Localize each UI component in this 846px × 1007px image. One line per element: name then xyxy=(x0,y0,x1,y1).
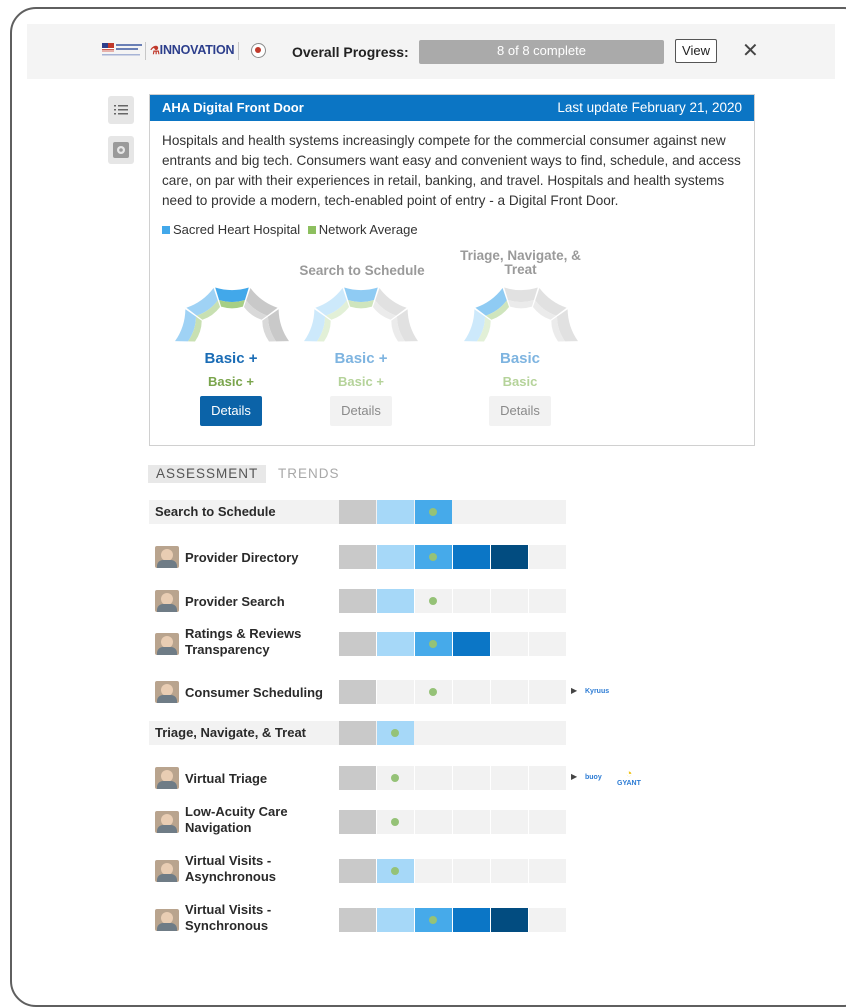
network-average-dot xyxy=(429,916,437,924)
level-cell xyxy=(339,589,376,613)
level-cell xyxy=(491,500,528,524)
level-cell xyxy=(491,721,528,745)
gauge-outer-segment xyxy=(215,287,249,302)
level-cell xyxy=(529,632,566,656)
expand-vendors-icon[interactable]: ▶ xyxy=(571,686,577,695)
gauge-network-level-search: Basic + xyxy=(338,374,384,389)
details-button-triage[interactable]: Details xyxy=(489,396,551,426)
level-cell xyxy=(529,589,566,613)
level-cell xyxy=(529,766,566,790)
expand-vendors-icon[interactable]: ▶ xyxy=(571,772,577,781)
level-cell xyxy=(453,766,490,790)
level-cell xyxy=(339,908,376,932)
network-average-dot xyxy=(391,867,399,875)
level-cell xyxy=(339,721,376,745)
level-cell xyxy=(339,766,376,790)
level-cell xyxy=(529,545,566,569)
level-cell xyxy=(453,632,490,656)
level-cell xyxy=(339,500,376,524)
gauge-outer-segment xyxy=(504,287,538,302)
capability-label[interactable]: Virtual Visits - Asynchronous xyxy=(185,853,325,885)
avatar xyxy=(155,681,179,703)
level-cell xyxy=(453,589,490,613)
avatar xyxy=(155,546,179,568)
gauge-hospital-level-overall: Basic + xyxy=(204,350,258,367)
level-cell xyxy=(529,500,566,524)
level-cell xyxy=(415,766,452,790)
capability-label[interactable]: Ratings & Reviews Transparency xyxy=(185,626,325,658)
level-cell xyxy=(453,680,490,704)
gauge-hospital-level-search: Basic + xyxy=(334,350,388,367)
level-cell xyxy=(453,545,490,569)
section-label: Triage, Navigate, & Treat xyxy=(155,725,307,740)
level-cell xyxy=(453,810,490,834)
level-cell xyxy=(339,632,376,656)
level-cell xyxy=(339,810,376,834)
network-average-dot xyxy=(391,818,399,826)
level-cell xyxy=(339,680,376,704)
gauge-hospital-level-triage: Basic xyxy=(499,350,541,367)
gauges xyxy=(175,287,578,342)
level-cell xyxy=(491,908,528,932)
level-cell xyxy=(377,632,414,656)
level-cell xyxy=(377,589,414,613)
capability-label[interactable]: Provider Search xyxy=(185,594,325,610)
gauge-outer-segment xyxy=(344,287,378,302)
avatar xyxy=(155,767,179,789)
gauge-network-level-overall: Basic + xyxy=(208,374,254,389)
vendor-logo[interactable]: buoy xyxy=(585,774,602,781)
level-cell xyxy=(377,545,414,569)
level-cell xyxy=(491,545,528,569)
level-cell xyxy=(453,500,490,524)
level-cell xyxy=(529,680,566,704)
details-button-overall[interactable]: Details xyxy=(200,396,262,426)
avatar xyxy=(155,633,179,655)
level-cell xyxy=(491,810,528,834)
details-button-search[interactable]: Details xyxy=(330,396,392,426)
level-cell xyxy=(529,721,566,745)
avatar xyxy=(155,909,179,931)
level-cell xyxy=(377,908,414,932)
level-cell xyxy=(491,632,528,656)
capability-label[interactable]: Virtual Triage xyxy=(185,771,325,787)
level-cell xyxy=(453,721,490,745)
level-cell xyxy=(453,859,490,883)
level-cell xyxy=(491,859,528,883)
section-label: Search to Schedule xyxy=(155,504,276,519)
level-cell xyxy=(529,859,566,883)
network-average-dot xyxy=(391,774,399,782)
level-cell xyxy=(453,908,490,932)
level-cell xyxy=(415,810,452,834)
capability-label[interactable]: Consumer Scheduling xyxy=(185,685,325,701)
avatar xyxy=(155,860,179,882)
level-cell xyxy=(529,908,566,932)
level-cell xyxy=(377,500,414,524)
network-average-dot xyxy=(429,640,437,648)
level-cell xyxy=(491,766,528,790)
avatar xyxy=(155,590,179,612)
capability-label[interactable]: Provider Directory xyxy=(185,550,325,566)
capability-label[interactable]: Virtual Visits - Synchronous xyxy=(185,902,325,934)
level-cell xyxy=(491,589,528,613)
network-average-dot xyxy=(429,688,437,696)
level-cell xyxy=(339,545,376,569)
capability-label[interactable]: Low-Acuity Care Navigation xyxy=(185,804,325,836)
level-cell xyxy=(339,859,376,883)
tab-assessment[interactable]: ASSESSMENT xyxy=(148,465,267,483)
avatar xyxy=(155,811,179,833)
gauge-network-level-triage: Basic xyxy=(502,374,538,389)
tab-trends[interactable]: TRENDS xyxy=(270,465,348,483)
vendor-logo[interactable]: Kyruus xyxy=(585,688,609,695)
level-cell xyxy=(377,680,414,704)
level-cell xyxy=(415,721,452,745)
network-average-dot xyxy=(429,597,437,605)
level-cell xyxy=(491,680,528,704)
vendor-logo[interactable]: ◔ GYANT xyxy=(617,768,641,787)
network-average-dot xyxy=(429,508,437,516)
network-average-dot xyxy=(391,729,399,737)
level-cell xyxy=(415,859,452,883)
level-cell xyxy=(529,810,566,834)
network-average-dot xyxy=(429,553,437,561)
